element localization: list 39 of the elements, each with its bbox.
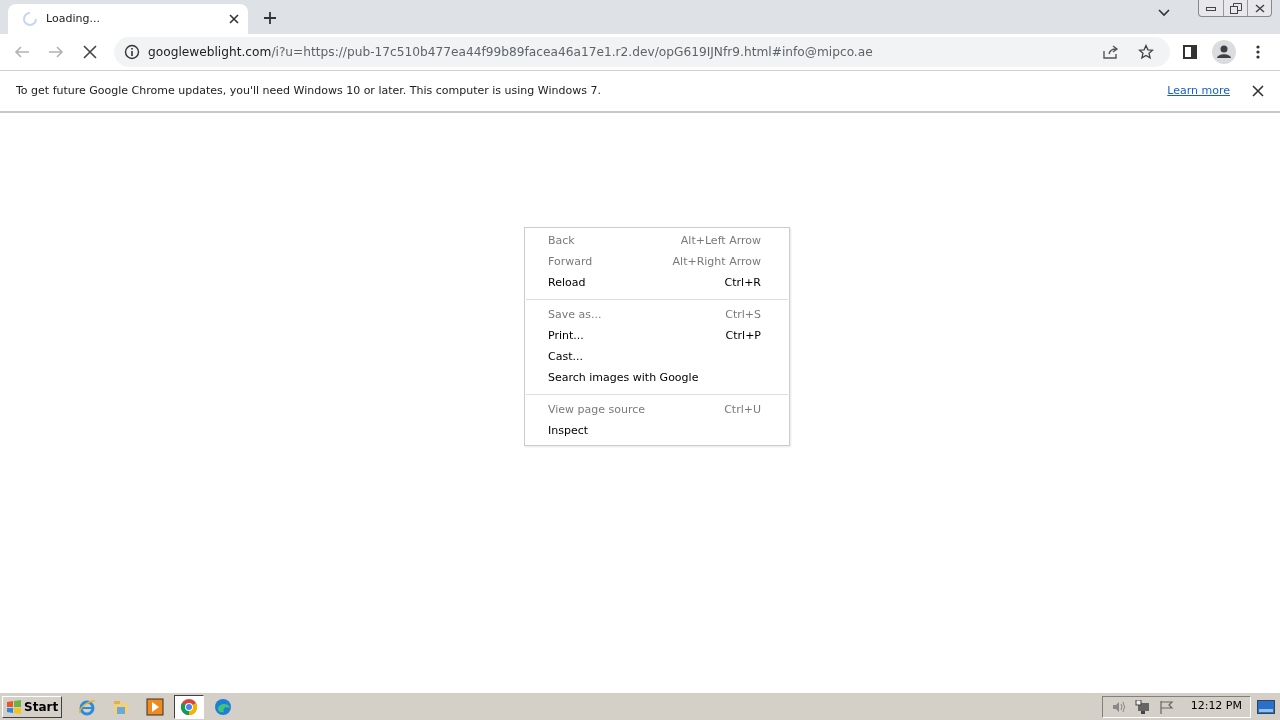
menu-item[interactable]: Print... Ctrl+P	[525, 326, 789, 347]
close-icon	[1254, 3, 1265, 13]
share-icon[interactable]	[1102, 44, 1120, 60]
stop-icon[interactable]	[83, 45, 97, 59]
menu-item[interactable]: Search images with Google	[525, 368, 789, 389]
side-panel-icon[interactable]	[1183, 45, 1197, 59]
plus-icon[interactable]	[263, 11, 277, 25]
restore-icon	[1229, 2, 1242, 14]
menu-item[interactable]: Reload Ctrl+R	[525, 273, 789, 294]
close-icon[interactable]	[1252, 85, 1264, 97]
menu-icon[interactable]	[1256, 44, 1260, 60]
start-button[interactable]: Start	[2, 695, 63, 718]
star-icon[interactable]	[1138, 44, 1154, 60]
minimize-icon	[1206, 5, 1216, 11]
shortcut-label: Ctrl+U	[724, 402, 761, 419]
windows-logo-icon	[6, 699, 22, 714]
menu-item[interactable]: Cast...	[525, 347, 789, 368]
chrome-icon	[180, 697, 199, 716]
close-icon[interactable]	[228, 13, 240, 25]
ie-icon	[78, 697, 97, 716]
shortcut-label: Ctrl+P	[725, 328, 761, 345]
shortcut-label: Alt+Right Arrow	[672, 254, 761, 271]
profile-icon[interactable]	[1212, 40, 1236, 64]
edge-icon	[214, 697, 233, 716]
shortcut-label: Ctrl+S	[725, 307, 761, 324]
shortcut-label: Ctrl+R	[724, 275, 761, 292]
show-desktop-icon[interactable]	[1257, 699, 1275, 714]
media-player-icon	[146, 697, 165, 716]
infobar-message: To get future Google Chrome updates, you'll need Windows 10 or later. This computer is using Windows 7.	[16, 82, 602, 99]
info-icon[interactable]	[124, 44, 140, 60]
shortcut-label: Alt+Left Arrow	[680, 233, 761, 250]
menu-item[interactable]: Inspect	[525, 421, 789, 442]
browser-tab[interactable]: Loading...	[8, 4, 248, 34]
network-icon[interactable]	[1134, 699, 1151, 714]
taskbar-button[interactable]	[174, 694, 205, 719]
chevron-down-icon[interactable]	[1158, 9, 1170, 17]
learn-more-link[interactable]: Learn more	[1167, 82, 1230, 100]
address-bar[interactable]: googleweblight.com/i?u=https://pub-17c510b477ea44f99b89facea46a17e1.r2.dev/opG619IJNfr9.html#info@mipco.ae	[114, 37, 1170, 67]
flag-icon[interactable]	[1158, 699, 1175, 714]
